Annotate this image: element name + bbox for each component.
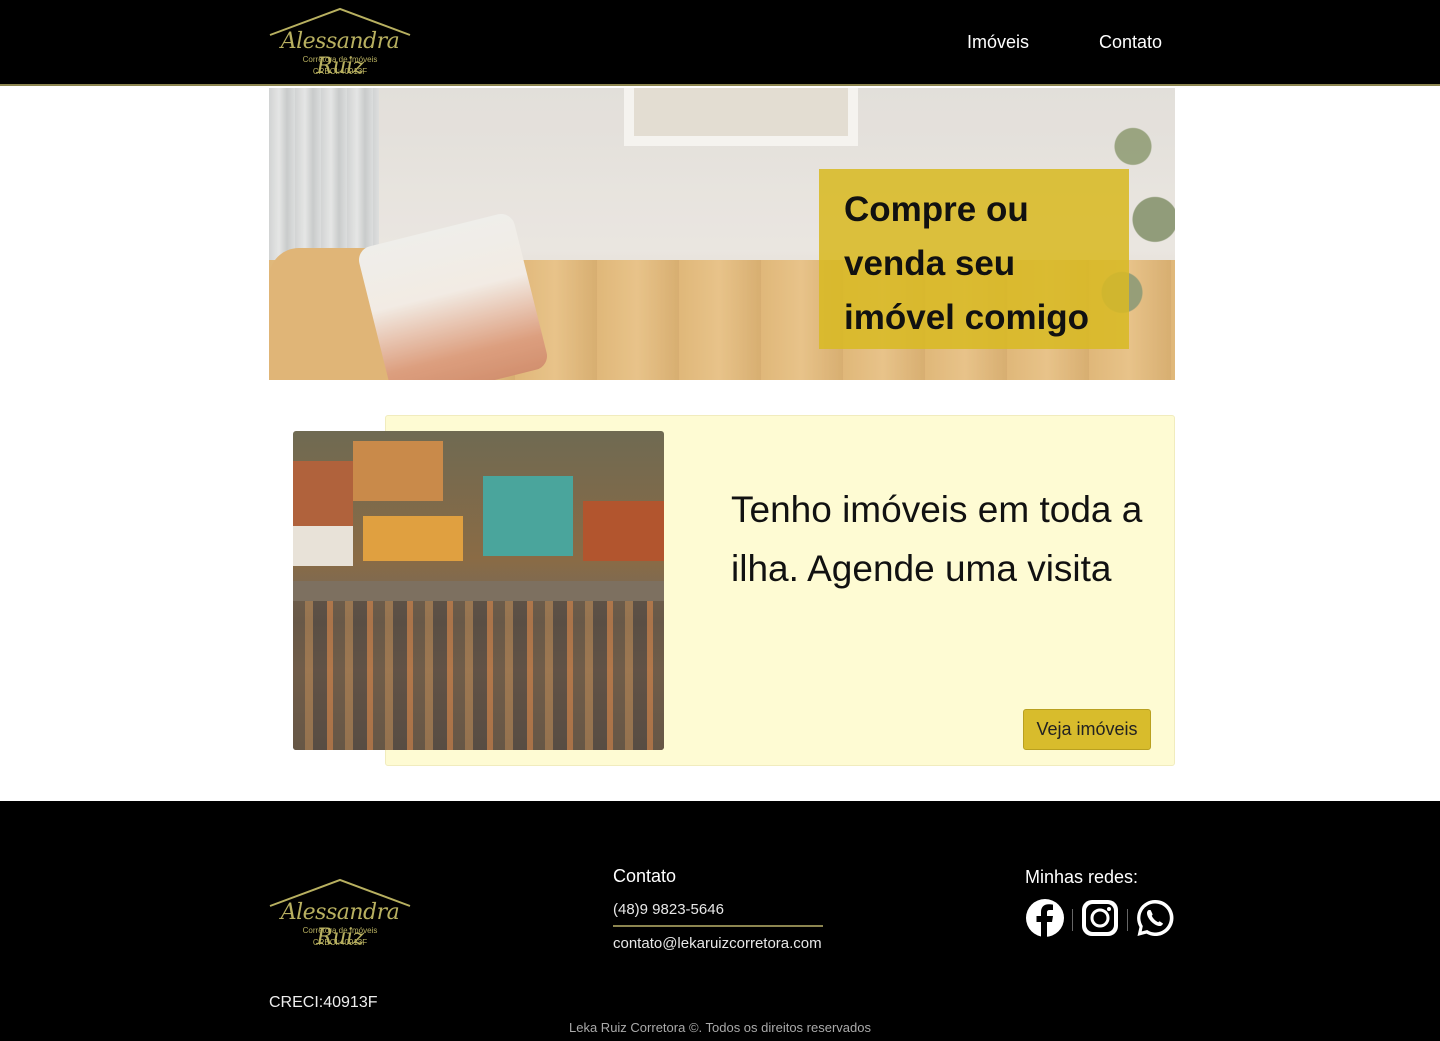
header-logo[interactable]: Alessandra Ruiz Corretora de Imóveis CRE…	[268, 7, 412, 79]
nav-link-contato[interactable]: Contato	[1099, 32, 1162, 53]
footer-creci: CRECI:40913F	[269, 994, 378, 1011]
whatsapp-icon[interactable]	[1135, 898, 1175, 938]
feature-photo	[293, 431, 664, 750]
nav-link-imoveis[interactable]: Imóveis	[967, 32, 1029, 53]
feature-text: Tenho imóveis em toda a ilha. Agende uma…	[731, 489, 1143, 589]
facebook-icon[interactable]	[1025, 898, 1065, 938]
see-properties-button[interactable]: Veja imóveis	[1023, 709, 1151, 750]
instagram-icon[interactable]	[1080, 898, 1120, 938]
hero-headline: Compre ou venda seu imóvel comigo	[844, 190, 1090, 337]
contact-email[interactable]: contato@lekaruizcorretora.com	[613, 935, 822, 952]
site-footer: Alessandra Ruiz Corretora de Imóveis CRE…	[0, 801, 1440, 1041]
social-title: Minhas redes:	[1025, 867, 1139, 887]
hero-headline-card: Compre ou venda seu imóvel comigo	[819, 169, 1129, 349]
footer-logo[interactable]: Alessandra Ruiz Corretora de Imóveis CRE…	[268, 878, 412, 950]
hero-banner: Compre ou venda seu imóvel comigo	[269, 88, 1175, 380]
logo-creci: CRECI:40913F	[312, 67, 368, 76]
site-header: Alessandra Ruiz Corretora de Imóveis CRE…	[0, 0, 1440, 86]
contact-phone[interactable]: (48)9 9823-5646	[613, 901, 823, 927]
copyright: Leka Ruiz Corretora ©. Todos os direitos…	[569, 1020, 871, 1035]
contact-title: Contato	[613, 866, 677, 886]
logo-subtitle: Corretora de Imóveis	[302, 55, 378, 64]
logo-subtitle: Corretora de Imóveis	[302, 926, 378, 935]
logo-creci: CRECI:40913F	[312, 938, 368, 947]
